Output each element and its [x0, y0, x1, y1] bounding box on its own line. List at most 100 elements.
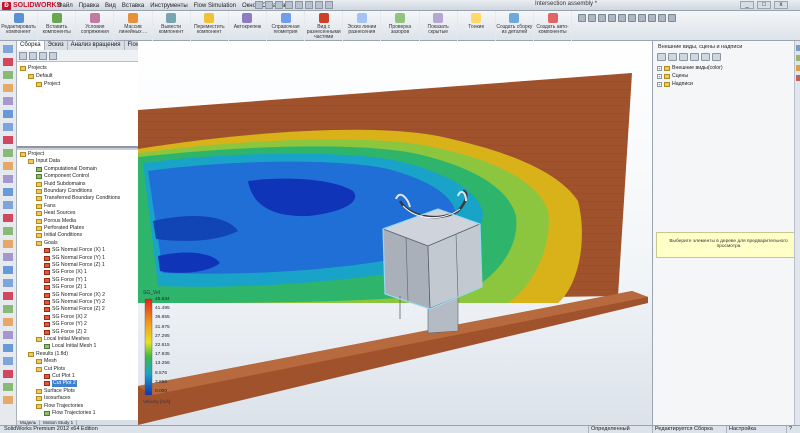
tree-item[interactable]: SG Force (Z) 2	[44, 329, 87, 336]
ribbon-button[interactable]: Проверка зазоров	[381, 11, 420, 41]
tree-item[interactable]: SG Normal Force (Z) 2	[44, 306, 105, 313]
file-explorer-tab-icon[interactable]	[796, 65, 800, 71]
expand-icon[interactable]: +	[657, 74, 662, 79]
status-custom[interactable]: Настройка	[726, 426, 756, 433]
coordinate-icon[interactable]	[3, 266, 13, 274]
tree-item[interactable]: Isosurfaces	[36, 395, 71, 402]
ribbon-button[interactable]: Условия сопряжения	[76, 11, 115, 41]
appearance-folder[interactable]: + Сцены	[657, 73, 688, 80]
property-manager-icon[interactable]	[29, 52, 37, 60]
tree-item[interactable]: Surface Plots	[36, 388, 75, 395]
tree-item[interactable]: Boundary Conditions	[36, 188, 92, 195]
tree-item[interactable]: SG Normal Force (Z) 1	[44, 262, 105, 269]
ribbon-button[interactable]: Тонкие	[458, 11, 496, 41]
tree-item[interactable]: SG Force (Y) 2	[44, 321, 87, 328]
select-icon[interactable]	[305, 1, 313, 9]
tree-item[interactable]: Fluid Subdomains	[36, 181, 86, 188]
options-icon[interactable]	[325, 1, 333, 9]
zoom-fit-icon[interactable]	[578, 14, 586, 22]
menu-item[interactable]: Вид	[105, 3, 116, 9]
ribbon-button[interactable]: Создать сборку из деталей	[496, 11, 534, 41]
tree-item[interactable]: Default	[28, 73, 52, 80]
scale-icon[interactable]	[3, 331, 13, 339]
apply-scene-icon[interactable]	[658, 14, 666, 22]
menu-item[interactable]: Вставка	[122, 3, 144, 9]
tree-item[interactable]: SG Force (X) 1	[44, 269, 87, 276]
axis-icon[interactable]	[3, 253, 13, 261]
open-icon[interactable]	[265, 1, 273, 9]
menu-item[interactable]: Правка	[79, 3, 99, 9]
chamfer-icon[interactable]	[3, 214, 13, 222]
ribbon-button[interactable]: Показать скрытые	[420, 11, 458, 41]
tree-item[interactable]: Component Control	[36, 173, 89, 180]
expand-icon[interactable]: +	[657, 66, 662, 71]
ribbon-button[interactable]: Эскиз линии разнесения	[343, 11, 382, 41]
tree-item[interactable]: SG Normal Force (Y) 1	[44, 255, 105, 262]
ribbon-button[interactable]: Массив линейных ...	[114, 11, 153, 41]
tree-item[interactable]: Transferred Boundary Conditions	[36, 195, 120, 202]
forward-icon[interactable]	[668, 53, 677, 61]
configuration-manager-icon[interactable]	[39, 52, 47, 60]
resources-tab-icon[interactable]	[796, 45, 800, 51]
home-icon[interactable]	[679, 53, 688, 61]
close-button[interactable]: x	[774, 1, 788, 9]
solidworks-logo[interactable]: Ɖ SOLIDWORKS	[2, 1, 61, 10]
tree-item[interactable]: SG Normal Force (X) 2	[44, 292, 105, 299]
display-style-icon[interactable]	[628, 14, 636, 22]
tree-item[interactable]: Mesh	[36, 358, 57, 365]
point-icon[interactable]	[3, 123, 13, 131]
design-library-tab-icon[interactable]	[796, 55, 800, 61]
cm-tab[interactable]: Эскиз	[45, 41, 68, 50]
feature-tree-icon[interactable]	[19, 52, 27, 60]
tree-item[interactable]: Results (1.fld)	[28, 351, 68, 358]
section-icon[interactable]	[3, 383, 13, 391]
appearance-folder[interactable]: + Внешние виды(color)	[657, 65, 723, 72]
tree-item[interactable]: Goals	[36, 240, 58, 247]
tree-item[interactable]: Local Initial Mesh 1	[44, 343, 96, 350]
cm-tab[interactable]: Сборка	[17, 41, 45, 50]
ribbon-button[interactable]: Справочная геометрия	[267, 11, 306, 41]
refresh-icon[interactable]	[701, 53, 710, 61]
tree-item[interactable]: Initial Conditions	[36, 232, 82, 239]
print-icon[interactable]	[285, 1, 293, 9]
new-icon[interactable]	[255, 1, 263, 9]
add-folder-icon[interactable]	[690, 53, 699, 61]
flow-analysis-tree-icon[interactable]	[49, 52, 57, 60]
rebuild-icon[interactable]	[315, 1, 323, 9]
view-orientation-icon[interactable]	[618, 14, 626, 22]
ribbon-button[interactable]: Создать авто-компоненты	[534, 11, 573, 41]
ribbon-button[interactable]: Вставить компоненты	[38, 11, 77, 41]
tree-item[interactable]: Projects	[20, 65, 47, 72]
repair-icon[interactable]	[3, 344, 13, 352]
line-icon[interactable]	[3, 58, 13, 66]
ribbon-button[interactable]: Автокрепеж	[229, 11, 267, 41]
menu-item[interactable]: Flow Simulation	[194, 3, 236, 9]
rectangle-icon[interactable]	[3, 71, 13, 79]
rotate-icon[interactable]	[3, 318, 13, 326]
hide-show-icon[interactable]	[638, 14, 646, 22]
check-icon[interactable]	[3, 396, 13, 404]
tree-item[interactable]: Input Data	[28, 158, 60, 165]
tree-item[interactable]: Project	[20, 151, 44, 158]
ribbon-button[interactable]: Редактировать компонент	[0, 11, 39, 41]
tree-item[interactable]: Perforated Plates	[36, 225, 84, 232]
measure-icon[interactable]	[3, 357, 13, 365]
dimension-icon[interactable]	[3, 175, 13, 183]
tree-item[interactable]: Fans	[36, 203, 56, 210]
ribbon-button[interactable]: Вид с разнесенными частями	[305, 11, 344, 41]
menu-item[interactable]: Файл	[58, 3, 73, 9]
tree-item[interactable]: Flow Trajectories 1	[44, 410, 96, 417]
offset-icon[interactable]	[3, 162, 13, 170]
spline-icon[interactable]	[3, 110, 13, 118]
view-settings-icon[interactable]	[668, 14, 676, 22]
text-icon[interactable]	[3, 227, 13, 235]
tree-item[interactable]: Cut Plots	[36, 366, 65, 373]
fillet-icon[interactable]	[3, 201, 13, 209]
sketch-icon[interactable]	[3, 45, 13, 53]
tree-item[interactable]: SG Force (Z) 1	[44, 284, 87, 291]
pattern-icon[interactable]	[3, 292, 13, 300]
view-icon[interactable]	[712, 53, 721, 61]
mirror-icon[interactable]	[3, 149, 13, 157]
velocity-legend[interactable]: SG_Vel 45.634 41.495 36.855 31.975 27.295 22.…	[141, 289, 199, 415]
tree-item[interactable]: Heat Sources	[36, 210, 75, 217]
